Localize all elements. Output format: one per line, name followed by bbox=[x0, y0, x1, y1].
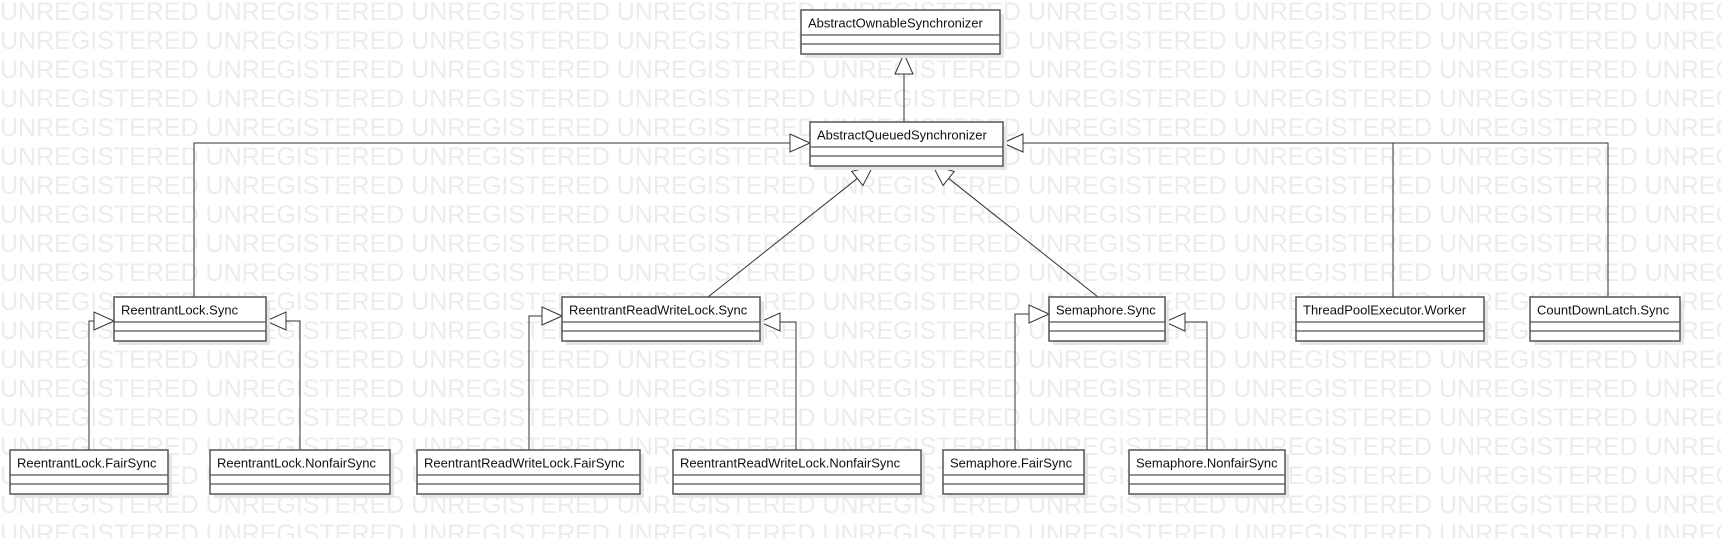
class-name: Semaphore.NonfairSync bbox=[1136, 456, 1278, 471]
class-name: CountDownLatch.Sync bbox=[1537, 303, 1670, 318]
class-box-cdls[interactable]: CountDownLatch.Sync bbox=[1529, 296, 1684, 345]
class-box-tpew[interactable]: ThreadPoolExecutor.Worker bbox=[1295, 296, 1488, 345]
class-name: ReentrantReadWriteLock.FairSync bbox=[424, 456, 625, 471]
generalization-tpew-to-aqs[interactable] bbox=[1001, 133, 1394, 297]
association-line bbox=[193, 142, 790, 297]
class-name: ReentrantLock.Sync bbox=[121, 303, 239, 318]
class-name: ReentrantLock.NonfairSync bbox=[217, 456, 376, 471]
generalization-semf-to-sems[interactable] bbox=[1014, 304, 1051, 450]
association-line bbox=[707, 178, 858, 298]
class-name: ReentrantLock.FairSync bbox=[17, 456, 157, 471]
generalization-rlf-to-rls[interactable] bbox=[88, 311, 116, 450]
class-name: AbstractQueuedSynchronizer bbox=[817, 128, 987, 143]
inheritance-arrow-icon bbox=[541, 306, 564, 326]
association-line bbox=[286, 320, 301, 450]
generalization-rrwlnf-to-rrwls[interactable] bbox=[758, 312, 797, 450]
class-name: ThreadPoolExecutor.Worker bbox=[1303, 303, 1467, 318]
class-box-rrwls[interactable]: ReentrantReadWriteLock.Sync bbox=[561, 296, 764, 345]
class-name: ReentrantReadWriteLock.Sync bbox=[569, 303, 748, 318]
generalization-rrwlf-to-rrwls[interactable] bbox=[528, 306, 564, 450]
class-name: Semaphore.Sync bbox=[1056, 303, 1156, 318]
diagram-canvas: AbstractOwnableSynchronizer AbstractQueue… bbox=[9, 9, 1684, 498]
generalization-rlnf-to-rls[interactable] bbox=[264, 311, 301, 450]
class-box-semnf[interactable]: Semaphore.NonfairSync bbox=[1128, 449, 1289, 498]
generalization-sems-to-aqs[interactable] bbox=[932, 165, 1099, 298]
generalization-rls-to-aqs[interactable] bbox=[193, 133, 812, 297]
class-box-semf[interactable]: Semaphore.FairSync bbox=[942, 449, 1088, 498]
class-box-sems[interactable]: Semaphore.Sync bbox=[1048, 296, 1169, 345]
generalization-semnf-to-sems[interactable] bbox=[1163, 312, 1208, 450]
association-line bbox=[1185, 321, 1208, 450]
association-line bbox=[780, 321, 797, 450]
association-line bbox=[948, 178, 1099, 298]
association-line bbox=[528, 315, 542, 450]
inheritance-arrow-icon bbox=[1028, 304, 1051, 324]
class-box-rrwlf[interactable]: ReentrantReadWriteLock.FairSync bbox=[416, 449, 644, 498]
class-box-rlf[interactable]: ReentrantLock.FairSync bbox=[9, 449, 172, 498]
class-name: AbstractOwnableSynchronizer bbox=[808, 16, 984, 31]
class-box-rls[interactable]: ReentrantLock.Sync bbox=[113, 296, 270, 345]
class-box-aos[interactable]: AbstractOwnableSynchronizer bbox=[800, 9, 1004, 58]
inheritance-arrow-icon bbox=[93, 311, 116, 331]
uml-class-diagram: UNREGISTERED UNREGISTERED UNREGISTERED U… bbox=[0, 0, 1721, 538]
association-line bbox=[1023, 142, 1609, 297]
class-name: Semaphore.FairSync bbox=[950, 456, 1073, 471]
class-box-rlnf[interactable]: ReentrantLock.NonfairSync bbox=[209, 449, 394, 498]
generalization-rrwls-to-aqs[interactable] bbox=[707, 165, 874, 298]
generalization-cdls-to-aqs[interactable] bbox=[1001, 133, 1609, 297]
generalization-aqs-to-aos[interactable] bbox=[894, 52, 914, 122]
association-line bbox=[1014, 313, 1029, 450]
association-line bbox=[88, 320, 94, 450]
class-box-rrwlnf[interactable]: ReentrantReadWriteLock.NonfairSync bbox=[672, 449, 925, 498]
inheritance-arrow-icon bbox=[789, 133, 812, 153]
class-name: ReentrantReadWriteLock.NonfairSync bbox=[680, 456, 901, 471]
class-box-aqs[interactable]: AbstractQueuedSynchronizer bbox=[809, 121, 1007, 170]
association-line bbox=[1023, 142, 1394, 297]
